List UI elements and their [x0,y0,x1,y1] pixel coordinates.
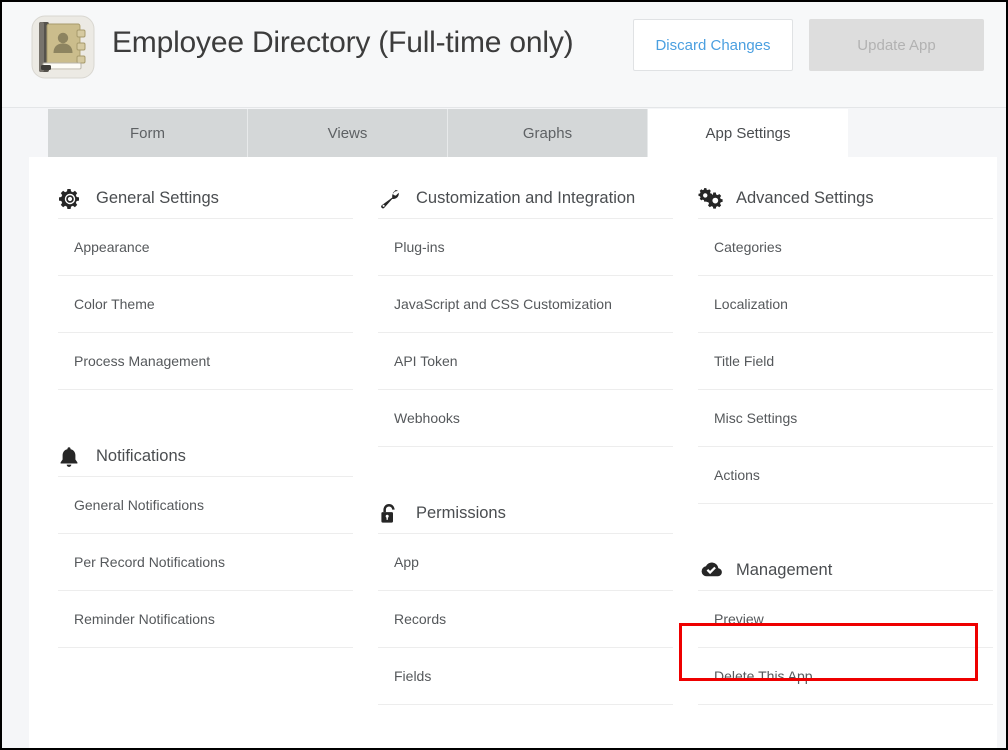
settings-column-2: Customization and Integration Plug-ins J… [378,157,673,705]
section-title-customization: Customization and Integration [416,189,635,208]
settings-item-plug-ins[interactable]: Plug-ins [378,219,673,276]
tab-bar: Form Views Graphs App Settings [48,109,848,158]
settings-item-color-theme[interactable]: Color Theme [58,276,353,333]
tab-form[interactable]: Form [48,109,248,158]
settings-item-reminder-notifications[interactable]: Reminder Notifications [58,591,353,648]
gear-icon [58,186,88,212]
settings-item-process-management[interactable]: Process Management [58,333,353,390]
tab-views[interactable]: Views [248,109,448,158]
wrench-icon [378,186,408,212]
section-notifications: Notifications General Notifications Per … [58,415,353,648]
section-header-management: Management [698,529,993,591]
section-title-advanced-settings: Advanced Settings [736,189,874,208]
settings-column-1: General Settings Appearance Color Theme … [58,157,353,705]
settings-item-records[interactable]: Records [378,591,673,648]
section-advanced-settings: Advanced Settings Categories Localizatio… [698,157,993,504]
section-header-permissions: Permissions [378,472,673,534]
section-title-general-settings: General Settings [96,189,219,208]
section-header-general-settings: General Settings [58,157,353,219]
app-settings-panel: General Settings Appearance Color Theme … [29,157,997,750]
section-spacer [378,447,673,472]
settings-item-webhooks[interactable]: Webhooks [378,390,673,447]
section-spacer [698,504,993,529]
tab-app-settings[interactable]: App Settings [648,109,848,158]
settings-item-appearance[interactable]: Appearance [58,219,353,276]
settings-item-api-token[interactable]: API Token [378,333,673,390]
cloud-check-icon [698,558,728,584]
section-title-permissions: Permissions [416,504,506,523]
section-header-advanced-settings: Advanced Settings [698,157,993,219]
settings-item-categories[interactable]: Categories [698,219,993,276]
section-header-notifications: Notifications [58,415,353,477]
settings-column-3: Advanced Settings Categories Localizatio… [698,157,993,705]
section-title-notifications: Notifications [96,447,186,466]
section-spacer [58,390,353,415]
settings-item-javascript-css-customization[interactable]: JavaScript and CSS Customization [378,276,673,333]
settings-item-preview[interactable]: Preview [698,591,993,648]
settings-item-delete-this-app[interactable]: Delete This App [698,648,993,705]
section-permissions: Permissions App Records Fields [378,472,673,705]
settings-item-misc-settings[interactable]: Misc Settings [698,390,993,447]
address-book-icon [29,13,97,81]
settings-item-title-field[interactable]: Title Field [698,333,993,390]
app-header: Employee Directory (Full-time only) Disc… [2,2,1006,108]
header-actions: Discard Changes Update App [633,19,984,71]
app-window: Employee Directory (Full-time only) Disc… [0,0,1008,750]
settings-item-fields[interactable]: Fields [378,648,673,705]
settings-item-localization[interactable]: Localization [698,276,993,333]
page-title: Employee Directory (Full-time only) [112,26,573,60]
double-gear-icon [698,186,728,212]
discard-changes-button[interactable]: Discard Changes [633,19,793,71]
settings-item-per-record-notifications[interactable]: Per Record Notifications [58,534,353,591]
settings-item-general-notifications[interactable]: General Notifications [58,477,353,534]
bell-icon [58,444,88,470]
tab-graphs[interactable]: Graphs [448,109,648,158]
update-app-button[interactable]: Update App [809,19,984,71]
section-customization-and-integration: Customization and Integration Plug-ins J… [378,157,673,447]
section-general-settings: General Settings Appearance Color Theme … [58,157,353,390]
lock-icon [378,501,408,527]
settings-item-actions[interactable]: Actions [698,447,993,504]
settings-item-app[interactable]: App [378,534,673,591]
section-title-management: Management [736,561,832,580]
section-management: Management Preview Delete This App [698,529,993,705]
settings-columns: General Settings Appearance Color Theme … [29,157,997,705]
section-header-customization: Customization and Integration [378,157,673,219]
